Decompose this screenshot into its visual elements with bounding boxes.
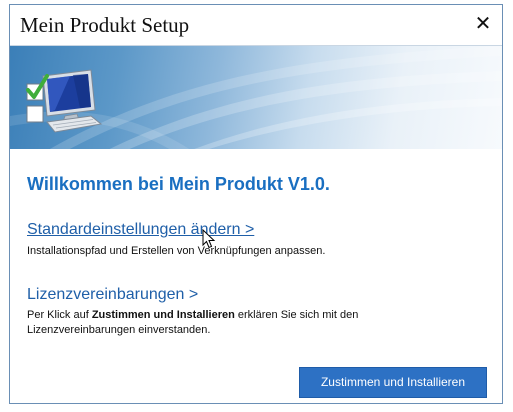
header-banner [10,46,502,149]
content-area: Willkommen bei Mein Produkt V1.0. Standa… [10,149,502,403]
mouse-cursor-icon [202,229,216,249]
change-defaults-link[interactable]: Standardeinstellungen ändern > [27,221,254,239]
license-text-prefix: Per Klick auf [27,309,92,321]
license-agreement-description: Per Klick auf Zustimmen und Installieren… [27,308,447,338]
license-agreement-link[interactable]: Lizenzvereinbarungen > [27,286,198,304]
computer-checkmark-icon [26,69,103,133]
agree-and-install-button[interactable]: Zustimmen und Installieren [299,367,487,398]
close-icon[interactable]: ✕ [470,11,496,37]
change-defaults-description: Installationspfad und Erstellen von Verk… [27,245,326,257]
setup-window: Mein Produkt Setup ✕ Willkommen bei Mein… [9,4,503,404]
window-title: Mein Produkt Setup [20,13,190,37]
license-text-bold: Zustimmen und Installieren [91,309,235,321]
welcome-heading: Willkommen bei Mein Produkt V1.0. [27,174,330,194]
title-bar: Mein Produkt Setup ✕ [10,5,502,46]
